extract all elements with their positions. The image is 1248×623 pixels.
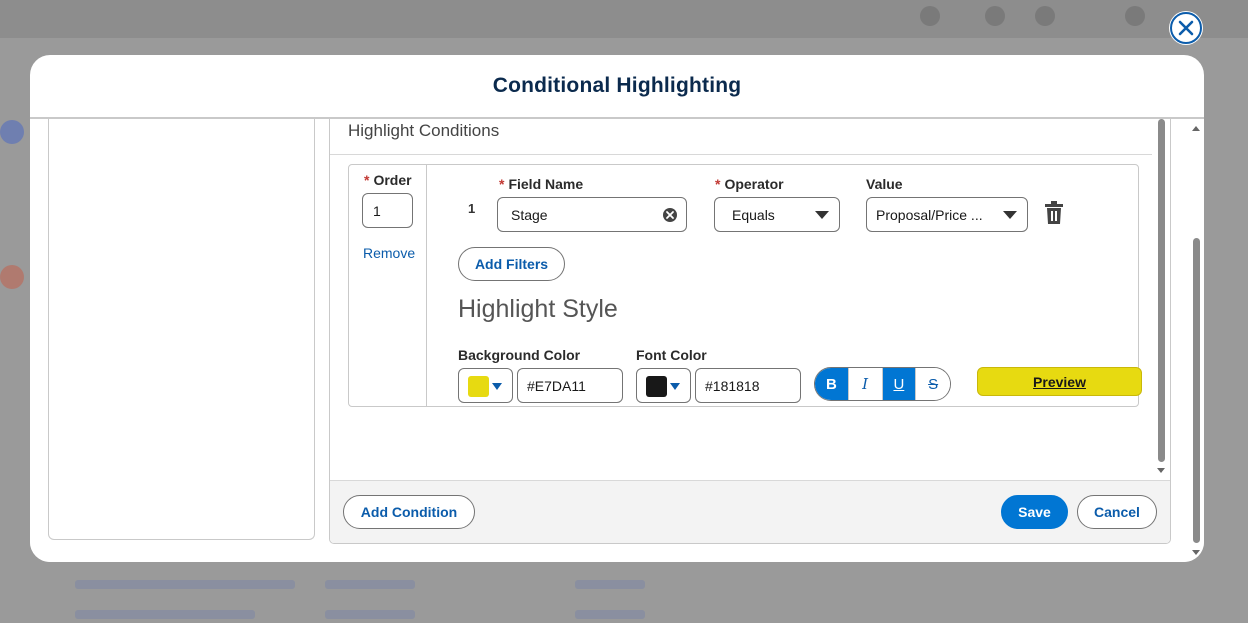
order-input[interactable]: 1 xyxy=(362,193,413,228)
operator-select[interactable]: Equals xyxy=(714,197,840,232)
conditional-highlighting-modal: Conditional Highlighting Highlight Condi… xyxy=(30,55,1204,562)
font-color-label: Font Color xyxy=(636,347,707,363)
add-condition-button[interactable]: Add Condition xyxy=(343,495,475,529)
background-icon xyxy=(0,120,24,144)
background-color-input[interactable]: #E7DA11 xyxy=(517,368,623,403)
scroll-down-icon[interactable] xyxy=(1157,468,1165,473)
bold-button[interactable]: B xyxy=(815,368,849,400)
background-text xyxy=(75,610,255,619)
cancel-button[interactable]: Cancel xyxy=(1077,495,1157,529)
order-label: * Order xyxy=(364,172,412,188)
highlight-style-title: Highlight Style xyxy=(458,295,618,323)
inner-scrollbar-thumb[interactable] xyxy=(1158,119,1165,462)
required-marker: * xyxy=(715,176,721,192)
font-color-input[interactable]: #181818 xyxy=(695,368,801,403)
modal-scrollbar-thumb[interactable] xyxy=(1193,238,1200,543)
background-color-picker[interactable] xyxy=(458,368,513,403)
modal-header: Conditional Highlighting xyxy=(30,55,1204,119)
field-name-label: * Field Name xyxy=(499,176,583,192)
background-header xyxy=(0,0,1248,38)
required-marker: * xyxy=(499,176,505,192)
modal-title: Conditional Highlighting xyxy=(492,74,742,97)
strikethrough-button[interactable]: S xyxy=(916,368,950,400)
font-color-picker[interactable] xyxy=(636,368,691,403)
close-modal-button[interactable] xyxy=(1169,11,1203,45)
background-text xyxy=(575,580,645,589)
chevron-down-icon xyxy=(815,211,829,219)
value-select[interactable]: Proposal/Price ... xyxy=(866,197,1028,232)
field-name-label-text: Field Name xyxy=(508,176,584,192)
scroll-up-icon[interactable] xyxy=(1192,126,1200,131)
order-label-text: Order xyxy=(373,172,412,188)
background-text xyxy=(325,610,415,619)
value-value: Proposal/Price ... xyxy=(876,206,983,223)
inner-scrollbar[interactable] xyxy=(1154,119,1168,480)
save-button[interactable]: Save xyxy=(1001,495,1068,529)
background-icon xyxy=(985,6,1005,26)
background-icon xyxy=(920,6,940,26)
highlight-conditions-header: Highlight Conditions xyxy=(330,119,1152,155)
modal-footer: Add Condition Save Cancel xyxy=(330,480,1170,543)
italic-button[interactable]: I xyxy=(848,368,883,400)
field-name-input[interactable]: Stage xyxy=(497,197,687,232)
background-text xyxy=(325,580,415,589)
close-icon xyxy=(1170,12,1202,44)
style-preview: Preview xyxy=(977,367,1142,396)
operator-label-text: Operator xyxy=(724,176,784,192)
trash-icon[interactable] xyxy=(1043,201,1065,225)
highlight-conditions-title: Highlight Conditions xyxy=(348,121,500,140)
background-color-swatch xyxy=(468,376,489,397)
filter-row-number: 1 xyxy=(468,201,476,216)
value-label: Value xyxy=(866,176,903,192)
background-text xyxy=(575,610,645,619)
required-marker: * xyxy=(364,172,370,188)
background-icon xyxy=(0,265,24,289)
order-column: * Order 1 Remove xyxy=(349,165,427,406)
background-icon xyxy=(1125,6,1145,26)
background-text xyxy=(75,580,295,589)
left-panel xyxy=(48,119,315,540)
remove-condition-link[interactable]: Remove xyxy=(363,245,415,261)
right-panel: Highlight Conditions * Order 1 Remove 1 *… xyxy=(329,119,1171,544)
operator-label: * Operator xyxy=(715,176,784,192)
chevron-down-icon xyxy=(1003,211,1017,219)
field-name-value: Stage xyxy=(511,206,548,223)
add-filters-button[interactable]: Add Filters xyxy=(458,247,565,281)
background-icon xyxy=(1035,6,1055,26)
chevron-down-icon xyxy=(670,383,680,390)
chevron-down-icon xyxy=(492,383,502,390)
underline-button[interactable]: U xyxy=(882,368,917,400)
clear-icon[interactable] xyxy=(662,207,678,223)
operator-value: Equals xyxy=(732,206,775,223)
scroll-down-icon[interactable] xyxy=(1192,550,1200,555)
modal-scrollbar[interactable] xyxy=(1189,119,1203,562)
text-format-button-group: B I U S xyxy=(814,367,951,401)
font-color-swatch xyxy=(646,376,667,397)
condition-card: * Order 1 Remove 1 * Field Name Stage * Ope… xyxy=(348,164,1142,407)
modal-body: Highlight Conditions * Order 1 Remove 1 *… xyxy=(30,119,1204,562)
background-color-label: Background Color xyxy=(458,347,581,363)
